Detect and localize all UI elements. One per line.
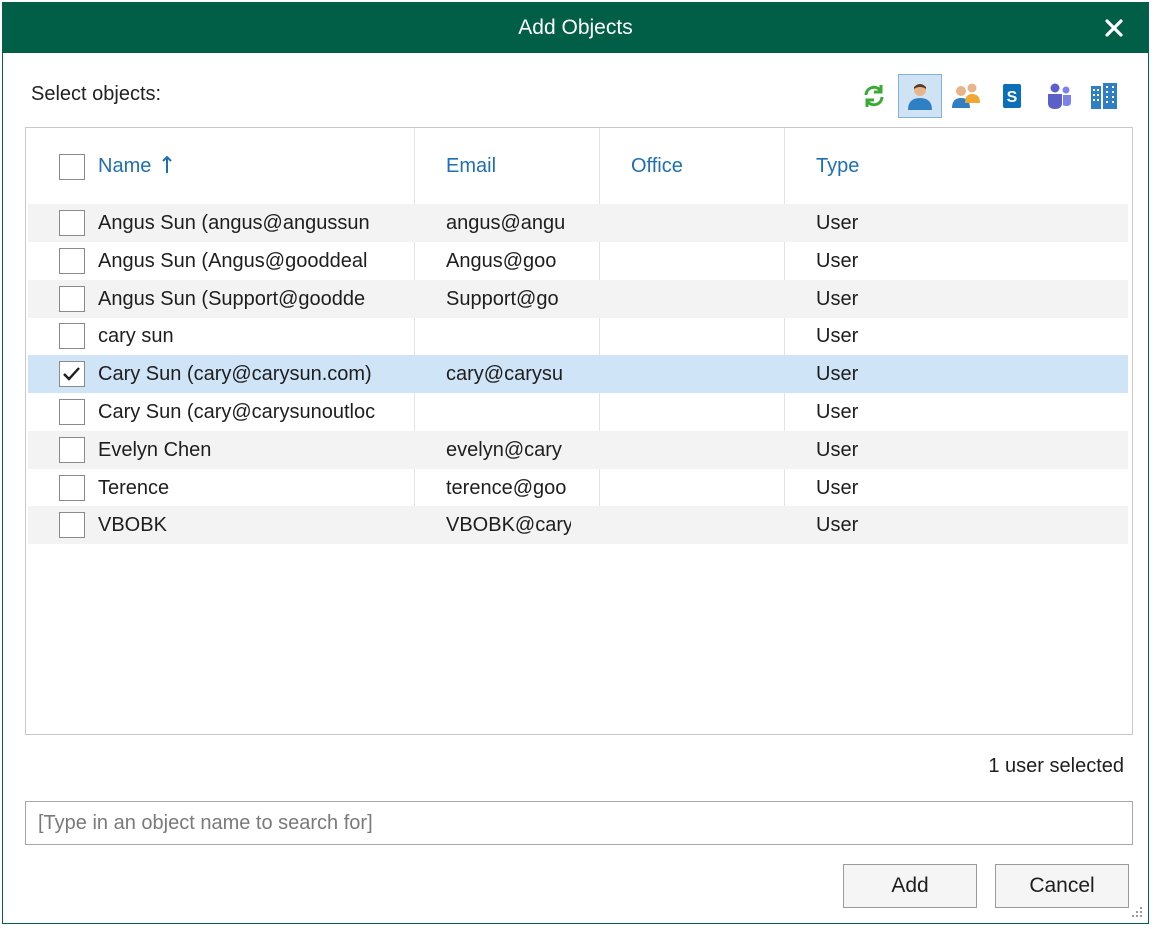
organization-icon <box>1091 83 1117 109</box>
object-type-toolbar: S <box>852 73 1126 119</box>
cell-office <box>631 393 781 431</box>
cell-email: Support@go <box>446 287 559 310</box>
cell-type: User <box>816 287 859 310</box>
row-checkbox[interactable] <box>59 361 85 388</box>
groups-filter-button[interactable] <box>944 74 988 118</box>
cell-name: VBOBK <box>98 514 167 537</box>
group-icon <box>952 83 980 108</box>
row-checkbox[interactable] <box>59 210 85 236</box>
row-checkbox[interactable] <box>59 285 85 312</box>
table-row[interactable]: Terence terence@goo User <box>28 469 1128 507</box>
column-header-name[interactable]: Name <box>98 155 173 178</box>
cell-type: User <box>816 249 859 272</box>
row-checkbox[interactable] <box>59 436 85 463</box>
cell-type: User <box>816 325 859 348</box>
cell-name: Cary Sun (cary@carysun.com) <box>98 363 372 386</box>
cancel-button[interactable]: Cancel <box>995 864 1129 908</box>
cell-email <box>446 393 571 431</box>
row-checkbox[interactable] <box>59 512 85 539</box>
column-header-type[interactable]: Type <box>816 155 859 178</box>
cell-office <box>631 469 781 507</box>
dialog-title: Add Objects <box>518 16 633 39</box>
table-row[interactable]: cary sun User <box>28 317 1128 355</box>
teams-filter-button[interactable] <box>1036 74 1080 118</box>
sort-ascending-icon <box>162 155 172 173</box>
checkmark-icon <box>63 367 80 381</box>
cell-name: Angus Sun (Support@goodde <box>98 287 366 310</box>
cell-type: User <box>816 476 859 499</box>
table-row[interactable]: Cary Sun (cary@carysun.com) cary@carysu Us… <box>28 355 1128 394</box>
cell-name: Angus Sun (angus@angussun <box>98 212 370 234</box>
cell-email: Angus@goo <box>446 249 557 272</box>
cell-email: angus@angu <box>446 212 566 234</box>
row-checkbox[interactable] <box>59 247 85 274</box>
selection-status: 1 user selected <box>988 755 1124 777</box>
user-icon <box>908 84 932 110</box>
table-row[interactable]: Evelyn Chen evelyn@cary User <box>28 430 1128 469</box>
cell-email: evelyn@cary <box>446 438 562 461</box>
refresh-icon <box>864 85 884 107</box>
table-row[interactable]: Angus Sun (Angus@gooddeal Angus@goo User <box>28 242 1128 280</box>
cell-type: User <box>816 212 859 234</box>
cell-name: Cary Sun (cary@carysunoutloc <box>98 401 376 423</box>
cell-email: cary@carysu <box>446 363 563 386</box>
sharepoint-icon: S <box>1003 84 1021 108</box>
resize-grip-icon[interactable] <box>1130 905 1144 919</box>
cell-type: User <box>816 363 859 386</box>
users-filter-button[interactable] <box>898 74 942 118</box>
cell-type: User <box>816 401 859 423</box>
cell-email: VBOBK@cary <box>446 514 571 537</box>
table-row[interactable]: VBOBK VBOBK@cary User <box>28 506 1128 545</box>
svg-text:S: S <box>1007 89 1018 106</box>
cell-email: terence@goo <box>446 476 567 499</box>
select-objects-label: Select objects: <box>31 83 162 105</box>
sharepoint-filter-button[interactable]: S <box>990 74 1034 118</box>
cell-email <box>446 317 571 355</box>
title-bar: Add Objects <box>3 3 1148 53</box>
cell-office <box>631 355 781 393</box>
column-header-office[interactable]: Office <box>631 155 683 178</box>
cell-name: Angus Sun (Angus@gooddeal <box>98 249 368 272</box>
objects-table: Name Email Office Type Angus Sun (angus@… <box>25 127 1133 735</box>
cell-office <box>631 280 781 318</box>
cell-type: User <box>816 438 859 461</box>
cell-office <box>631 506 781 544</box>
cell-office <box>631 317 781 355</box>
row-checkbox[interactable] <box>59 323 85 350</box>
cell-office <box>631 242 781 280</box>
select-all-checkbox[interactable] <box>59 154 85 180</box>
row-checkbox[interactable] <box>59 399 85 425</box>
row-checkbox[interactable] <box>59 474 85 501</box>
add-objects-dialog: Add Objects Select objects: S Name Email… <box>2 2 1149 924</box>
teams-icon <box>1048 83 1071 109</box>
cell-name: Terence <box>98 476 170 499</box>
refresh-button[interactable] <box>852 74 896 118</box>
table-header: Name Email Office Type <box>26 128 1132 206</box>
organization-filter-button[interactable] <box>1082 74 1126 118</box>
cell-type: User <box>816 514 859 537</box>
cell-name: Evelyn Chen <box>98 438 212 461</box>
cell-office <box>631 204 781 242</box>
table-row[interactable]: Angus Sun (Support@goodde Support@go User <box>28 279 1128 318</box>
close-icon[interactable] <box>1100 14 1128 42</box>
cell-name: cary sun <box>98 325 174 348</box>
add-button[interactable]: Add <box>843 864 977 908</box>
column-header-email[interactable]: Email <box>446 155 496 178</box>
search-input[interactable] <box>25 801 1133 845</box>
cell-office <box>631 431 781 469</box>
table-row[interactable]: Angus Sun (angus@angussun angus@angu User <box>28 204 1128 242</box>
table-row[interactable]: Cary Sun (cary@carysunoutloc User <box>28 393 1128 431</box>
